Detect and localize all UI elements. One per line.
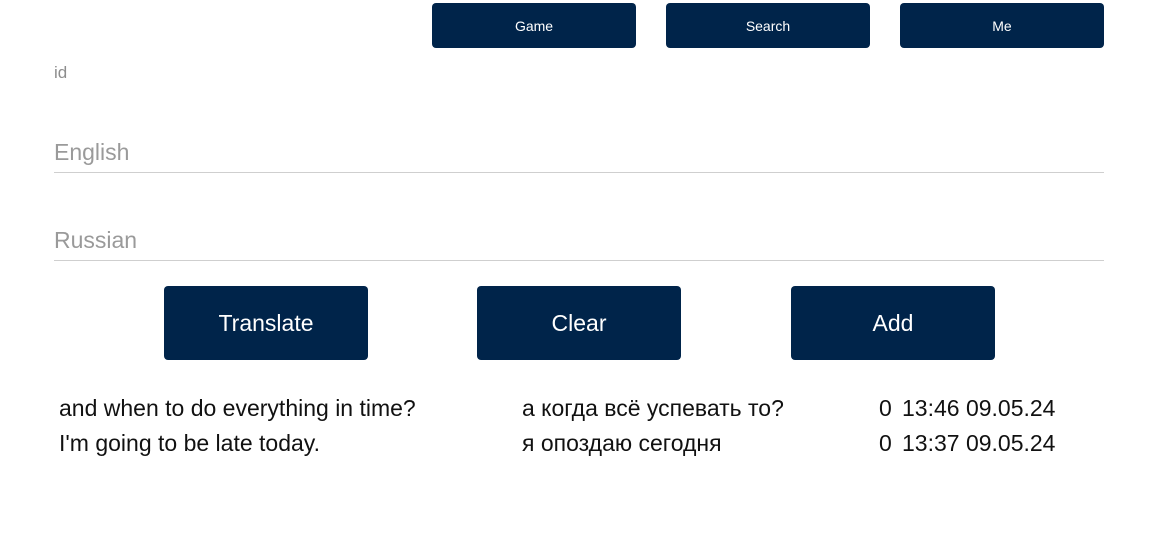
entry-russian-text: я опоздаю сегодня: [522, 430, 722, 456]
list-item[interactable]: and when to do everything in time? а ког…: [59, 393, 1109, 428]
english-input[interactable]: [54, 133, 1104, 173]
nav-search-button[interactable]: Search: [666, 3, 870, 48]
russian-input[interactable]: [54, 221, 1104, 261]
entry-count: 0: [879, 395, 892, 421]
entry-count: 0: [879, 430, 892, 456]
entry-timestamp: 13:37 09.05.24: [902, 430, 1056, 456]
entry-english-text: I'm going to be late today.: [59, 430, 320, 456]
translate-button[interactable]: Translate: [164, 286, 368, 360]
id-label: id: [54, 63, 68, 82]
entry-list: and when to do everything in time? а ког…: [59, 393, 1109, 463]
entry-english-text: and when to do everything in time?: [59, 395, 416, 421]
clear-button[interactable]: Clear: [477, 286, 681, 360]
nav-game-button[interactable]: Game: [432, 3, 636, 48]
list-item[interactable]: I'm going to be late today. я опоздаю се…: [59, 428, 1109, 463]
nav-me-button[interactable]: Me: [900, 3, 1104, 48]
word-translator-page: Game Search Me id Translate Clear Add an…: [0, 0, 1172, 537]
entry-russian-text: а когда всё успевать то?: [522, 395, 784, 421]
entry-timestamp: 13:46 09.05.24: [902, 395, 1056, 421]
add-button[interactable]: Add: [791, 286, 995, 360]
